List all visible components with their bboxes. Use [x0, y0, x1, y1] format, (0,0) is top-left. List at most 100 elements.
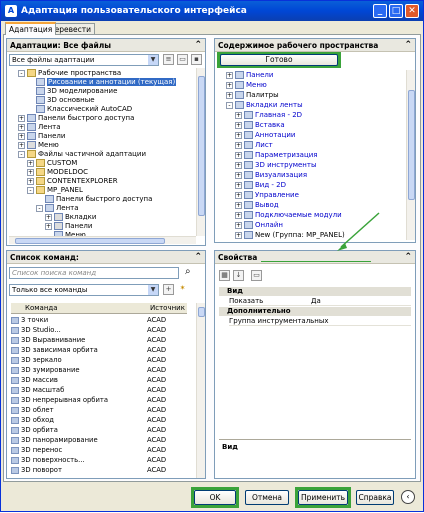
workspace-tree-node[interactable]: + Лист [235, 140, 273, 150]
expand-icon[interactable]: + [235, 201, 242, 209]
maximize-button[interactable]: □ [389, 4, 403, 18]
cancel-button[interactable]: Отмена [245, 490, 289, 505]
command-row[interactable]: 3D панорамирование ACAD [11, 436, 166, 445]
tab-customize[interactable]: Адаптация [5, 22, 57, 35]
workspace-tree-node[interactable]: + Вид - 2D [235, 180, 286, 190]
command-search-input[interactable]: Список поиска команд [9, 267, 179, 279]
command-filter-select[interactable]: Только все команды ▼ [9, 284, 159, 296]
expand-icon[interactable]: + [18, 141, 25, 149]
expand-icon[interactable]: + [18, 123, 25, 131]
workspace-tree-node[interactable]: + Онлайн [235, 220, 283, 230]
column-command[interactable]: Команда [25, 303, 58, 314]
ok-button[interactable]: OK [194, 490, 236, 505]
command-row[interactable]: 3D зависимая орбита ACAD [11, 346, 166, 355]
expand-icon[interactable]: + [235, 211, 242, 219]
expand-icon[interactable]: + [235, 171, 242, 179]
apply-button[interactable]: Применить [298, 490, 348, 505]
expand-icon[interactable]: + [235, 181, 242, 189]
property-category-advanced[interactable]: Дополнительно [219, 307, 411, 316]
expand-icon[interactable]: + [235, 141, 242, 149]
tree-scrollbar[interactable] [196, 68, 205, 236]
expand-icon[interactable]: + [235, 111, 242, 119]
workspace-scrollbar[interactable] [406, 70, 415, 240]
expand-icon[interactable]: + [226, 81, 233, 89]
collapse-icon[interactable]: - [27, 186, 34, 194]
star-icon[interactable]: ✶ [177, 284, 188, 295]
close-button[interactable]: ✕ [405, 4, 419, 18]
workspace-tree-node[interactable]: + New (Группа: MP_PANEL) [235, 230, 345, 240]
sort-alpha-icon[interactable]: ↓ [233, 270, 244, 281]
collapse-icon[interactable]: - [18, 150, 25, 158]
workspace-tree-node[interactable]: + Панели [226, 70, 273, 80]
workspace-tree-node[interactable]: + Главная - 2D [235, 110, 302, 120]
expand-icon[interactable]: + [235, 151, 242, 159]
workspace-tree-node[interactable]: - Вкладки ленты [226, 100, 303, 110]
property-pages-icon[interactable]: ▭ [251, 270, 262, 281]
scrollbar-thumb[interactable] [198, 76, 205, 216]
command-row[interactable]: 3D масштаб ACAD [11, 386, 166, 395]
property-value[interactable]: Да [311, 297, 321, 306]
expand-icon[interactable]: + [27, 177, 34, 185]
collapse-icon[interactable]: - [18, 69, 25, 77]
chevron-down-icon[interactable]: ▼ [148, 285, 158, 295]
command-row[interactable]: 3D обход ACAD [11, 416, 166, 425]
command-row[interactable]: 3D поверхность... ACAD [11, 456, 166, 465]
categorized-icon[interactable]: ▦ [219, 270, 230, 281]
command-row[interactable]: 3D Studio... ACAD [11, 326, 166, 335]
expand-icon[interactable]: + [235, 221, 242, 229]
workspace-tree-node[interactable]: + Вставка [235, 120, 285, 130]
property-row-show[interactable]: Показать Да [229, 297, 411, 306]
collapse-icon[interactable]: ⌃ [404, 251, 412, 264]
collapse-icon[interactable]: ⌃ [194, 251, 202, 264]
open-file-icon[interactable]: ▭ [177, 54, 188, 65]
command-row[interactable]: 3D зумирование ACAD [11, 366, 166, 375]
customization-file-select[interactable]: Все файлы адаптации ▼ [9, 54, 159, 66]
workspace-tree-node[interactable]: + Аннотации [235, 130, 295, 140]
expand-icon[interactable]: + [235, 131, 242, 139]
expand-icon[interactable]: + [27, 159, 34, 167]
expand-icon[interactable]: + [18, 114, 25, 122]
expand-icon[interactable]: + [235, 191, 242, 199]
scrollbar-thumb[interactable] [408, 90, 415, 200]
expand-icon[interactable]: + [27, 168, 34, 176]
command-row[interactable]: 3D зеркало ACAD [11, 356, 166, 365]
expand-icon[interactable]: + [226, 71, 233, 79]
collapse-icon[interactable]: ⌃ [404, 39, 412, 52]
tree-hscrollbar[interactable] [9, 236, 196, 244]
property-row-group[interactable]: Группа инструментальных [229, 317, 411, 326]
expand-icon[interactable]: + [235, 121, 242, 129]
workspace-tree-node[interactable]: + Подключаемые модули [235, 210, 342, 220]
command-row[interactable]: 3D перенос ACAD [11, 446, 166, 455]
expand-icon[interactable]: + [45, 222, 52, 230]
command-row[interactable]: 3D непрерывная орбита ACAD [11, 396, 166, 405]
command-row[interactable]: 3 точки ACAD [11, 316, 166, 325]
hscrollbar-thumb[interactable] [15, 238, 165, 244]
save-icon[interactable]: ▪ [191, 54, 202, 65]
workspace-tree-node[interactable]: + Палитры [226, 90, 279, 100]
collapse-icon[interactable]: ⌃ [194, 39, 202, 52]
title-bar[interactable]: A Адаптация пользовательского интерфейса… [1, 1, 423, 21]
command-row[interactable]: 3D поворот ACAD [11, 466, 166, 475]
command-row[interactable]: 3D облет ACAD [11, 406, 166, 415]
expand-icon[interactable]: + [18, 132, 25, 140]
workspace-tree-node[interactable]: + Визуализация [235, 170, 307, 180]
scrollbar-thumb[interactable] [198, 307, 205, 317]
collapse-icon[interactable]: - [36, 204, 43, 212]
command-row[interactable]: 3D Выравнивание ACAD [11, 336, 166, 345]
command-row[interactable]: 3D массив ACAD [11, 376, 166, 385]
chevron-down-icon[interactable]: ▼ [148, 55, 158, 65]
expand-icon[interactable]: + [45, 213, 52, 221]
workspace-tree-node[interactable]: +3D инструменты [235, 160, 316, 170]
command-scrollbar[interactable] [196, 303, 205, 478]
minimize-button[interactable]: _ [373, 4, 387, 18]
help-button[interactable]: Справка [356, 490, 394, 505]
expand-collapse-icon[interactable]: ‹ [401, 490, 415, 504]
expand-icon[interactable]: + [235, 161, 242, 169]
expand-icon[interactable]: + [235, 231, 242, 239]
expand-icon[interactable]: + [226, 91, 233, 99]
collapse-icon[interactable]: - [226, 101, 233, 109]
list-icon[interactable]: ≡ [163, 54, 174, 65]
new-command-icon[interactable]: + [163, 284, 174, 295]
workspace-tree-node[interactable]: + Параметризация [235, 150, 317, 160]
workspace-tree-node[interactable]: + Вывод [235, 200, 279, 210]
